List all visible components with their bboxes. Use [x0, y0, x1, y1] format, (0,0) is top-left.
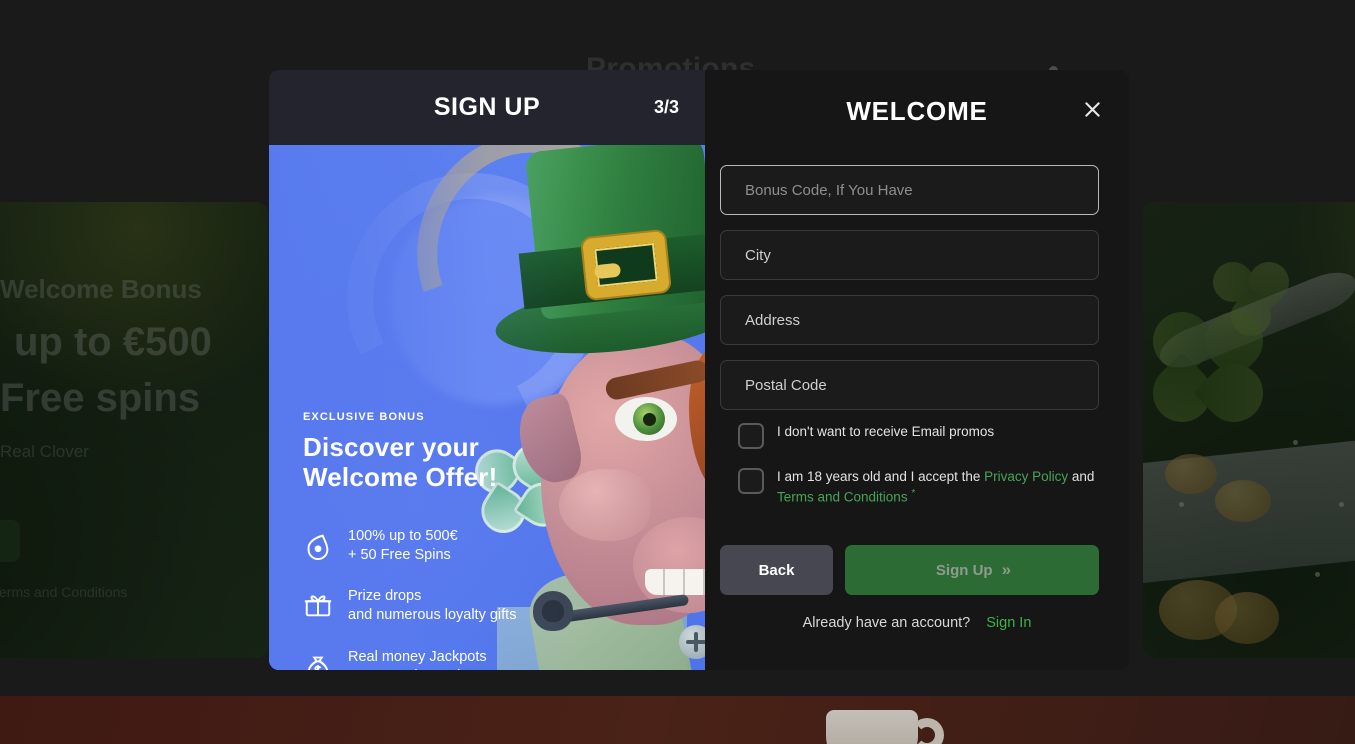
gift-icon [303, 590, 333, 622]
terms-text-middle: and [1068, 469, 1095, 484]
age-and-terms-checkbox[interactable] [738, 468, 764, 494]
form-fields: Bonus Code, If You Have City Address Pos… [720, 165, 1114, 425]
double-chevron-right-icon: » [1001, 560, 1012, 579]
city-placeholder: City [745, 246, 771, 264]
promo-kicker: EXCLUSIVE BONUS [303, 411, 425, 423]
promo-benefit-item: Prize drops and numerous loyalty gifts [303, 587, 633, 625]
background-promo-card-left[interactable]: Welcome Bonus up to €500 Free spins Real… [0, 202, 268, 658]
modal-title: SIGN UP [433, 93, 541, 121]
signup-modal: SIGN UP 3/3 EXCLUSIVE BONUS Discover you… [269, 70, 1129, 670]
signup-form-panel: WELCOME Bonus Code, If You Have City Add… [705, 70, 1129, 670]
promo-benefit-item: 100% up to 500€ + 50 Free Spins [303, 527, 633, 565]
modal-promo-panel: SIGN UP 3/3 EXCLUSIVE BONUS Discover you… [269, 70, 705, 670]
step-indicator: 3/3 [653, 97, 679, 117]
promo-benefits-list: 100% up to 500€ + 50 Free Spins Prize dr… [303, 527, 633, 670]
bonus-code-placeholder: Bonus Code, If You Have [745, 181, 913, 199]
postal-code-placeholder: Postal Code [745, 376, 827, 394]
signup-button-label: Sign Up [935, 561, 993, 579]
promo-benefit-line-2: and numerous loyalty gifts [348, 607, 517, 624]
back-button[interactable]: Back [720, 545, 833, 595]
back-button-label: Back [758, 561, 795, 579]
promo-benefit-item: Real money Jackpots You can win anytime! [303, 648, 633, 670]
address-input[interactable]: Address [720, 295, 1099, 345]
city-input[interactable]: City [720, 230, 1099, 280]
promo-headline-line-2: Welcome Offer! [303, 462, 498, 493]
welcome-title: WELCOME [846, 96, 988, 126]
bonus-code-input[interactable]: Bonus Code, If You Have [720, 165, 1099, 215]
modal-header: SIGN UP 3/3 [269, 70, 705, 145]
no-email-promos-checkbox[interactable] [738, 423, 764, 449]
form-actions: Back Sign Up » [720, 545, 1114, 595]
signup-button[interactable]: Sign Up » [845, 545, 1099, 595]
promo-benefit-line-1: Real money Jackpots [348, 648, 487, 665]
sign-in-link[interactable]: Sign In [986, 615, 1031, 631]
postal-code-input[interactable]: Postal Code [720, 360, 1099, 410]
privacy-policy-link[interactable]: Privacy Policy [984, 469, 1068, 484]
terms-and-conditions-link[interactable]: Terms and Conditions [777, 489, 908, 504]
background-promo-card-right[interactable] [1143, 202, 1355, 658]
card-scrim [0, 202, 268, 658]
required-mark: * [911, 487, 916, 499]
close-icon[interactable] [1075, 92, 1109, 126]
age-and-terms-label: I am 18 years old and I accept the Priva… [777, 467, 1128, 507]
flame-icon [303, 530, 333, 562]
promo-headline-line-1: Discover your [303, 432, 480, 462]
no-email-promos-label: I don't want to receive Email promos [777, 424, 995, 439]
promo-benefit-line-1: Prize drops [348, 588, 422, 605]
form-checkboxes: I don't want to receive Email promos I a… [738, 422, 1128, 525]
no-email-promos-row: I don't want to receive Email promos [738, 422, 1128, 449]
leprechaun-illustration: EXCLUSIVE BONUS Discover your Welcome Of… [269, 145, 705, 670]
age-and-terms-row: I am 18 years old and I accept the Priva… [738, 467, 1128, 507]
banner-scrim [0, 696, 1355, 744]
card-scrim [1143, 202, 1355, 658]
terms-text-before: I am 18 years old and I accept the [777, 469, 985, 484]
signin-prompt: Already have an account? [802, 615, 971, 631]
money-bag-icon [303, 651, 333, 670]
signin-row: Already have an account? Sign In [705, 615, 1129, 631]
background-bottom-banner [0, 696, 1355, 744]
address-placeholder: Address [745, 311, 801, 329]
promo-benefit-line-2: You can win anytime! [348, 668, 485, 670]
promo-benefit-line-2: + 50 Free Spins [348, 547, 451, 564]
promo-benefit-line-1: 100% up to 500€ [348, 528, 458, 544]
